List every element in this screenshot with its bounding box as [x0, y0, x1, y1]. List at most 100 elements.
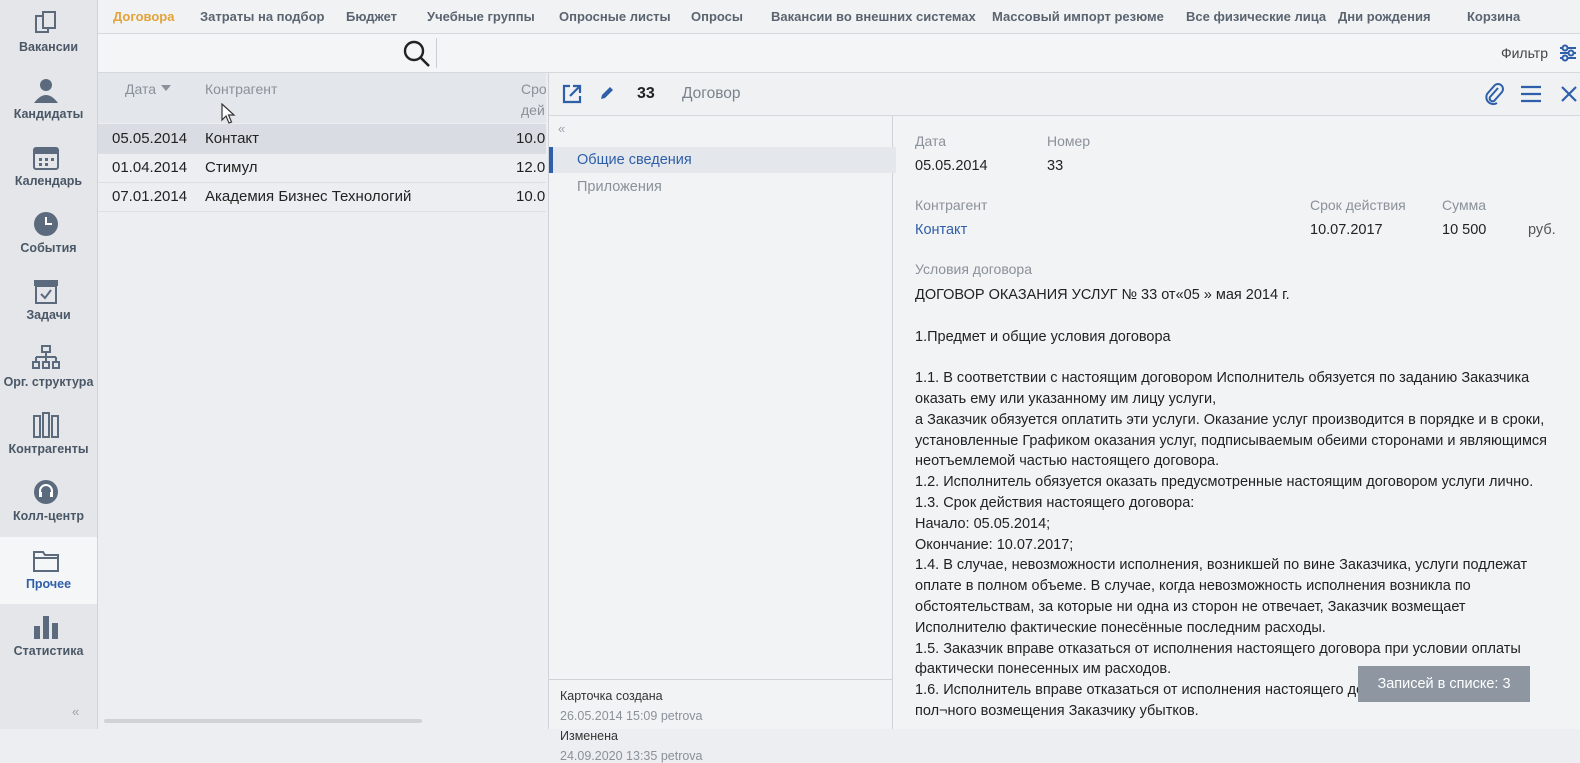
vacancies-icon — [35, 11, 56, 33]
contract-form: Дата 05.05.2014 Номер 33 Контрагент Конт… — [894, 116, 1580, 729]
sort-desc-icon[interactable] — [161, 85, 171, 91]
tab-trash[interactable]: Корзина — [1467, 9, 1520, 24]
filter-sliders-icon[interactable] — [1558, 43, 1578, 63]
contract-conditions-text: ДОГОВОР ОКАЗАНИЯ УСЛУГ № 33 от«05 » мая … — [915, 285, 1575, 722]
sidebar-item-candidates[interactable]: Кандидаты — [0, 67, 97, 134]
row-counterparty: Стимул — [205, 159, 258, 176]
conditions-label: Условия договора — [915, 261, 1032, 277]
card-metadata: Карточка создана 26.05.2014 15:09 petrov… — [549, 679, 892, 763]
search-icon[interactable] — [402, 39, 432, 69]
sidebar-item-call-center[interactable]: Колл-центр — [0, 469, 97, 536]
sidebar-item-calendar[interactable]: Календарь — [0, 134, 97, 201]
sidebar-item-other[interactable]: Прочее — [0, 537, 97, 604]
detail-header: 33 Договор — [549, 73, 1580, 116]
contract-text-line: оплате в полном объеме. В случае, когда … — [915, 578, 1471, 595]
tab-external-vacancies[interactable]: Вакансии во внешних системах — [771, 9, 976, 24]
sum-label: Сумма — [1442, 197, 1486, 213]
sidebar-item-tasks[interactable]: Задачи — [0, 268, 97, 335]
sidebar-item-label: Орг. структура — [3, 375, 94, 389]
section-attachments[interactable]: Приложения — [549, 174, 892, 200]
sidebar-item-label: Контрагенты — [8, 442, 89, 456]
modified-date: 24.09.2020 — [560, 749, 623, 763]
headset-icon — [34, 480, 58, 504]
collapse-sections-icon[interactable]: « — [558, 121, 565, 136]
contract-text-line: неотъемлемой частью настоящего договора. — [915, 453, 1220, 470]
sidebar-item-vacancies[interactable]: Вакансии — [0, 0, 97, 67]
term-value: 10.07.2017 — [1310, 222, 1383, 238]
sidebar-item-org-structure[interactable]: Орг. структура — [0, 335, 97, 402]
row-term: 12.09 — [516, 159, 546, 176]
edit-pencil-icon[interactable] — [598, 84, 616, 102]
filter-button[interactable]: Фильтр — [1501, 45, 1548, 61]
candidates-icon — [34, 79, 58, 103]
modified-label: Изменена — [560, 729, 618, 743]
modified-user: petrova — [660, 749, 703, 763]
sidebar-item-label: Вакансии — [18, 40, 79, 54]
sidebar-item-label: Кандидаты — [13, 107, 84, 121]
module-tabs: Договора Затраты на подбор Бюджет Учебны… — [98, 0, 1580, 34]
contract-text-line: 1.1. В соответствии с настоящим договоро… — [915, 370, 1530, 387]
contract-text-line: установленные Графиком оказания услуг, п… — [915, 432, 1548, 449]
number-label: Номер — [1047, 133, 1091, 149]
org-structure-icon — [32, 345, 60, 369]
created-info: 26.05.2014 15:09 petrova — [560, 709, 703, 723]
date-label: Дата — [915, 133, 947, 149]
tab-birthdays[interactable]: Дни рождения — [1338, 9, 1431, 24]
sidebar-item-counterparties[interactable]: Контрагенты — [0, 402, 97, 469]
tab-all-persons[interactable]: Все физические лица — [1186, 9, 1326, 24]
close-icon[interactable] — [1560, 85, 1578, 103]
contract-text-line: оказать ему или указанному им лицу услуг… — [915, 390, 1217, 407]
tab-questionnaires[interactable]: Опросные листы — [559, 9, 671, 24]
main-sidebar: Вакансии Кандидаты Календарь События Зад… — [0, 0, 98, 729]
table-row[interactable]: 01.04.2014 Стимул 12.09 — [98, 153, 546, 183]
section-label: Приложения — [577, 179, 662, 195]
counterparty-label: Контрагент — [915, 197, 988, 213]
record-type: Договор — [682, 85, 741, 102]
sum-value: 10 500 — [1442, 222, 1487, 238]
paperclip-icon[interactable] — [1483, 82, 1505, 106]
collapse-sidebar-icon[interactable]: « — [72, 704, 79, 719]
sidebar-item-statistics[interactable]: Статистика — [0, 604, 97, 671]
open-external-icon[interactable] — [561, 83, 583, 105]
contract-text-line: 1.5. Заказчик вправе отказаться от испол… — [915, 640, 1521, 657]
row-counterparty: Академия Бизнес Технологий — [205, 188, 412, 205]
folder-icon — [33, 551, 59, 572]
tab-budget[interactable]: Бюджет — [346, 9, 397, 24]
modified-info: 24.09.2020 13:35 petrova — [560, 749, 703, 763]
clock-icon — [34, 212, 58, 236]
row-term: 10.07 — [516, 188, 546, 205]
sidebar-item-label: Статистика — [13, 644, 84, 658]
horizontal-scrollbar[interactable] — [104, 719, 422, 723]
tab-contracts[interactable]: Договора — [113, 9, 174, 24]
contract-text-line: Исполнителю фактические понесённые после… — [915, 619, 1326, 636]
sidebar-item-events[interactable]: События — [0, 201, 97, 268]
menu-icon[interactable] — [1520, 84, 1542, 104]
table-row[interactable]: 07.01.2014 Академия Бизнес Технологий 10… — [98, 182, 546, 212]
calendar-icon — [33, 147, 59, 170]
contract-number: 33 — [637, 85, 655, 102]
currency-label: руб. — [1528, 222, 1556, 238]
column-header-counterparty[interactable]: Контрагент — [205, 81, 277, 97]
contract-text-line: 1.Предмет и общие условия договора — [915, 328, 1171, 345]
table-row[interactable]: 05.05.2014 Контакт 10.07 — [98, 124, 546, 154]
tab-hiring-costs[interactable]: Затраты на подбор — [200, 9, 324, 24]
contract-text-line: 1.3. Срок действия настоящего договора: — [915, 494, 1195, 511]
search-divider — [436, 38, 437, 68]
column-header-date[interactable]: Дата — [125, 81, 156, 97]
row-date: 05.05.2014 — [112, 130, 188, 147]
counterparty-link[interactable]: Контакт — [915, 222, 967, 238]
contract-text-line: а Заказчик обязуется оплатить эти услуги… — [915, 411, 1545, 428]
number-value: 33 — [1047, 158, 1064, 174]
tab-surveys[interactable]: Опросы — [691, 9, 743, 24]
column-header-term[interactable]: Сро — [521, 81, 547, 97]
section-general-info[interactable]: Общие сведения — [549, 147, 896, 173]
contract-text-line: ДОГОВОР ОКАЗАНИЯ УСЛУГ № 33 от«05 » мая … — [915, 287, 1290, 303]
contract-text-line: 1.2. Исполнитель обязуется оказать преду… — [915, 474, 1534, 491]
tab-mass-import[interactable]: Массовый импорт резюме — [992, 9, 1164, 24]
tab-study-groups[interactable]: Учебные группы — [427, 9, 535, 24]
contract-text-line: Начало: 05.05.2014; — [915, 515, 1051, 532]
mouse-cursor-icon — [221, 103, 236, 124]
created-label: Карточка создана — [560, 689, 663, 703]
term-label: Срок действия — [1310, 197, 1406, 213]
section-label: Общие сведения — [577, 152, 692, 168]
